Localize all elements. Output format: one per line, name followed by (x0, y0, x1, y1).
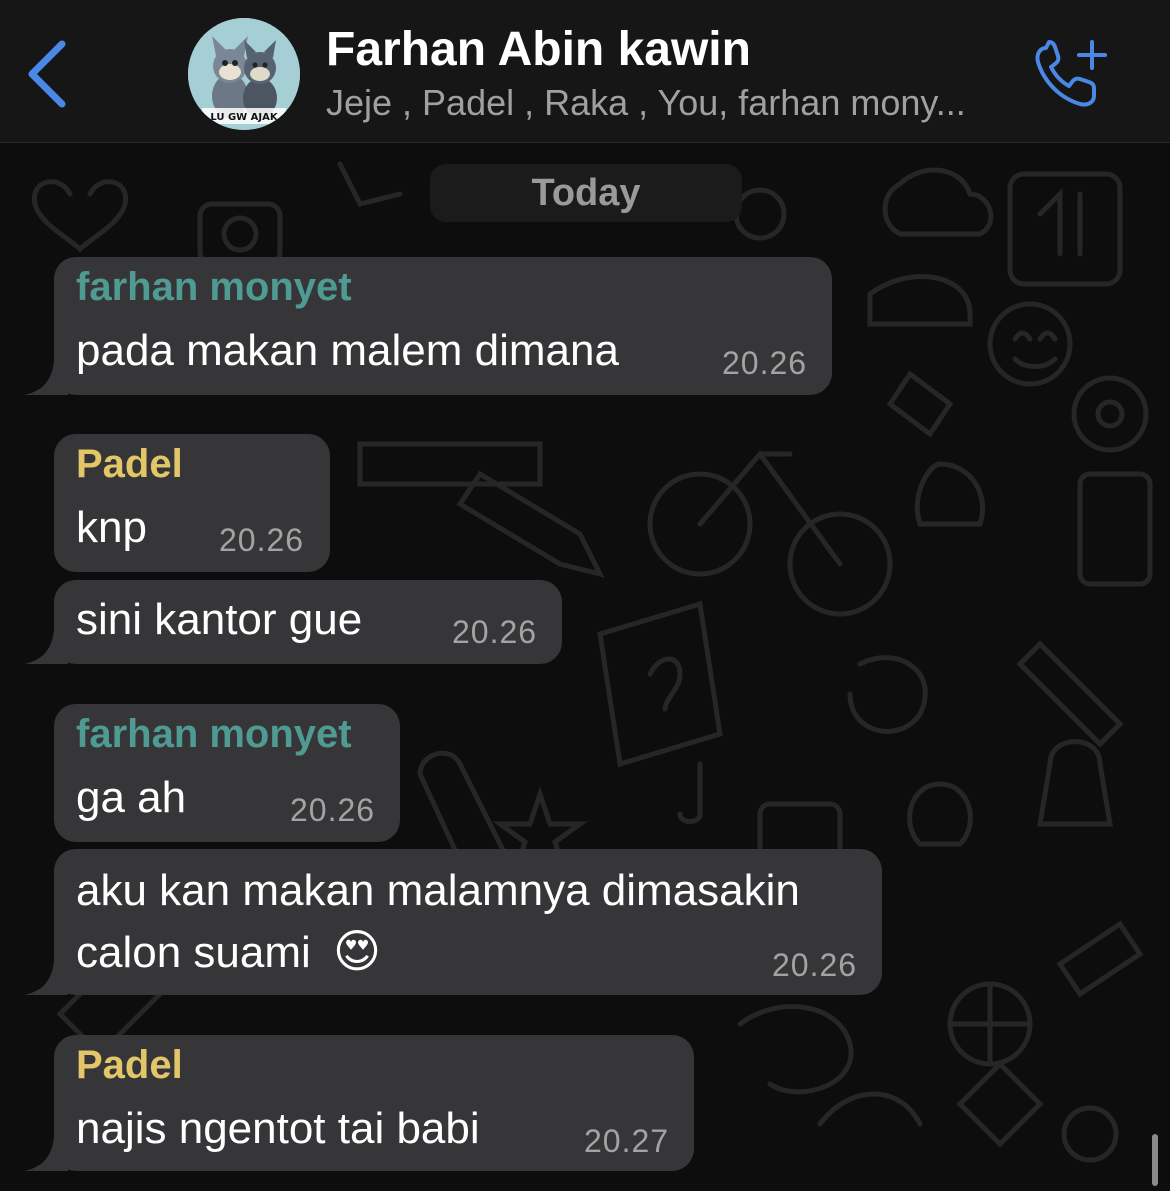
message-text-line2: calon suami 😍 (76, 921, 381, 983)
bubble-tail (24, 630, 68, 664)
back-button[interactable] (22, 36, 72, 112)
add-call-icon (1035, 40, 1107, 107)
scroll-indicator[interactable] (1152, 1134, 1158, 1186)
message-text: najis ngentot tai babi (76, 1104, 480, 1153)
message-bubble[interactable]: farhan monyet pada makan malem dimana 20… (24, 257, 832, 395)
message-bubble[interactable]: Padel najis ngentot tai babi 20.27 (24, 1035, 694, 1171)
message-text: pada makan malem dimana (76, 326, 619, 375)
chat-title[interactable]: Farhan Abin kawin (326, 22, 751, 77)
message-time: 20.26 (219, 522, 305, 558)
message-bubble[interactable]: sini kantor gue 20.26 (24, 580, 562, 664)
message-bubble[interactable]: farhan monyet ga ah 20.26 (54, 704, 400, 842)
participants-list[interactable]: Jeje , Padel , Raka , You, farhan mony..… (326, 82, 1016, 124)
chevron-left-icon (28, 40, 66, 108)
bubble-tail (24, 361, 68, 395)
chat-header: LU GW AJAK Farhan Abin kawin Jeje , Pade… (0, 0, 1170, 143)
message-bubble[interactable]: Padel knp 20.26 (54, 434, 330, 572)
bubble-tail (24, 961, 68, 995)
sender-name[interactable]: farhan monyet (76, 712, 352, 757)
message-text-continuation: calon suami (76, 928, 311, 977)
message-time: 20.26 (290, 792, 376, 828)
message-time: 20.26 (452, 614, 538, 650)
cartoon-cats-image: LU GW AJAK (188, 18, 300, 130)
message-time: 20.26 (722, 345, 808, 381)
date-separator: Today (430, 164, 742, 222)
message-text: aku kan makan malamnya dimasakin (76, 866, 800, 915)
sender-name[interactable]: farhan monyet (76, 265, 352, 310)
message-text: sini kantor gue (76, 595, 363, 644)
message-list[interactable]: Today farhan monyet pada makan malem dim… (0, 144, 1170, 1191)
sender-name[interactable]: Padel (76, 442, 183, 487)
bubble-tail (24, 1137, 68, 1171)
add-call-button[interactable] (1032, 38, 1112, 110)
message-time: 20.27 (584, 1123, 670, 1159)
group-avatar[interactable]: LU GW AJAK (188, 18, 300, 130)
message-text: ga ah (76, 773, 187, 822)
message-text: knp (76, 503, 147, 552)
heart-eyes-emoji-icon: 😍 (333, 924, 381, 978)
svg-text:LU GW AJAK: LU GW AJAK (210, 112, 279, 123)
message-time: 20.26 (772, 947, 858, 983)
message-bubble[interactable]: aku kan makan malamnya dimasakin calon s… (24, 849, 882, 995)
sender-name[interactable]: Padel (76, 1043, 183, 1088)
